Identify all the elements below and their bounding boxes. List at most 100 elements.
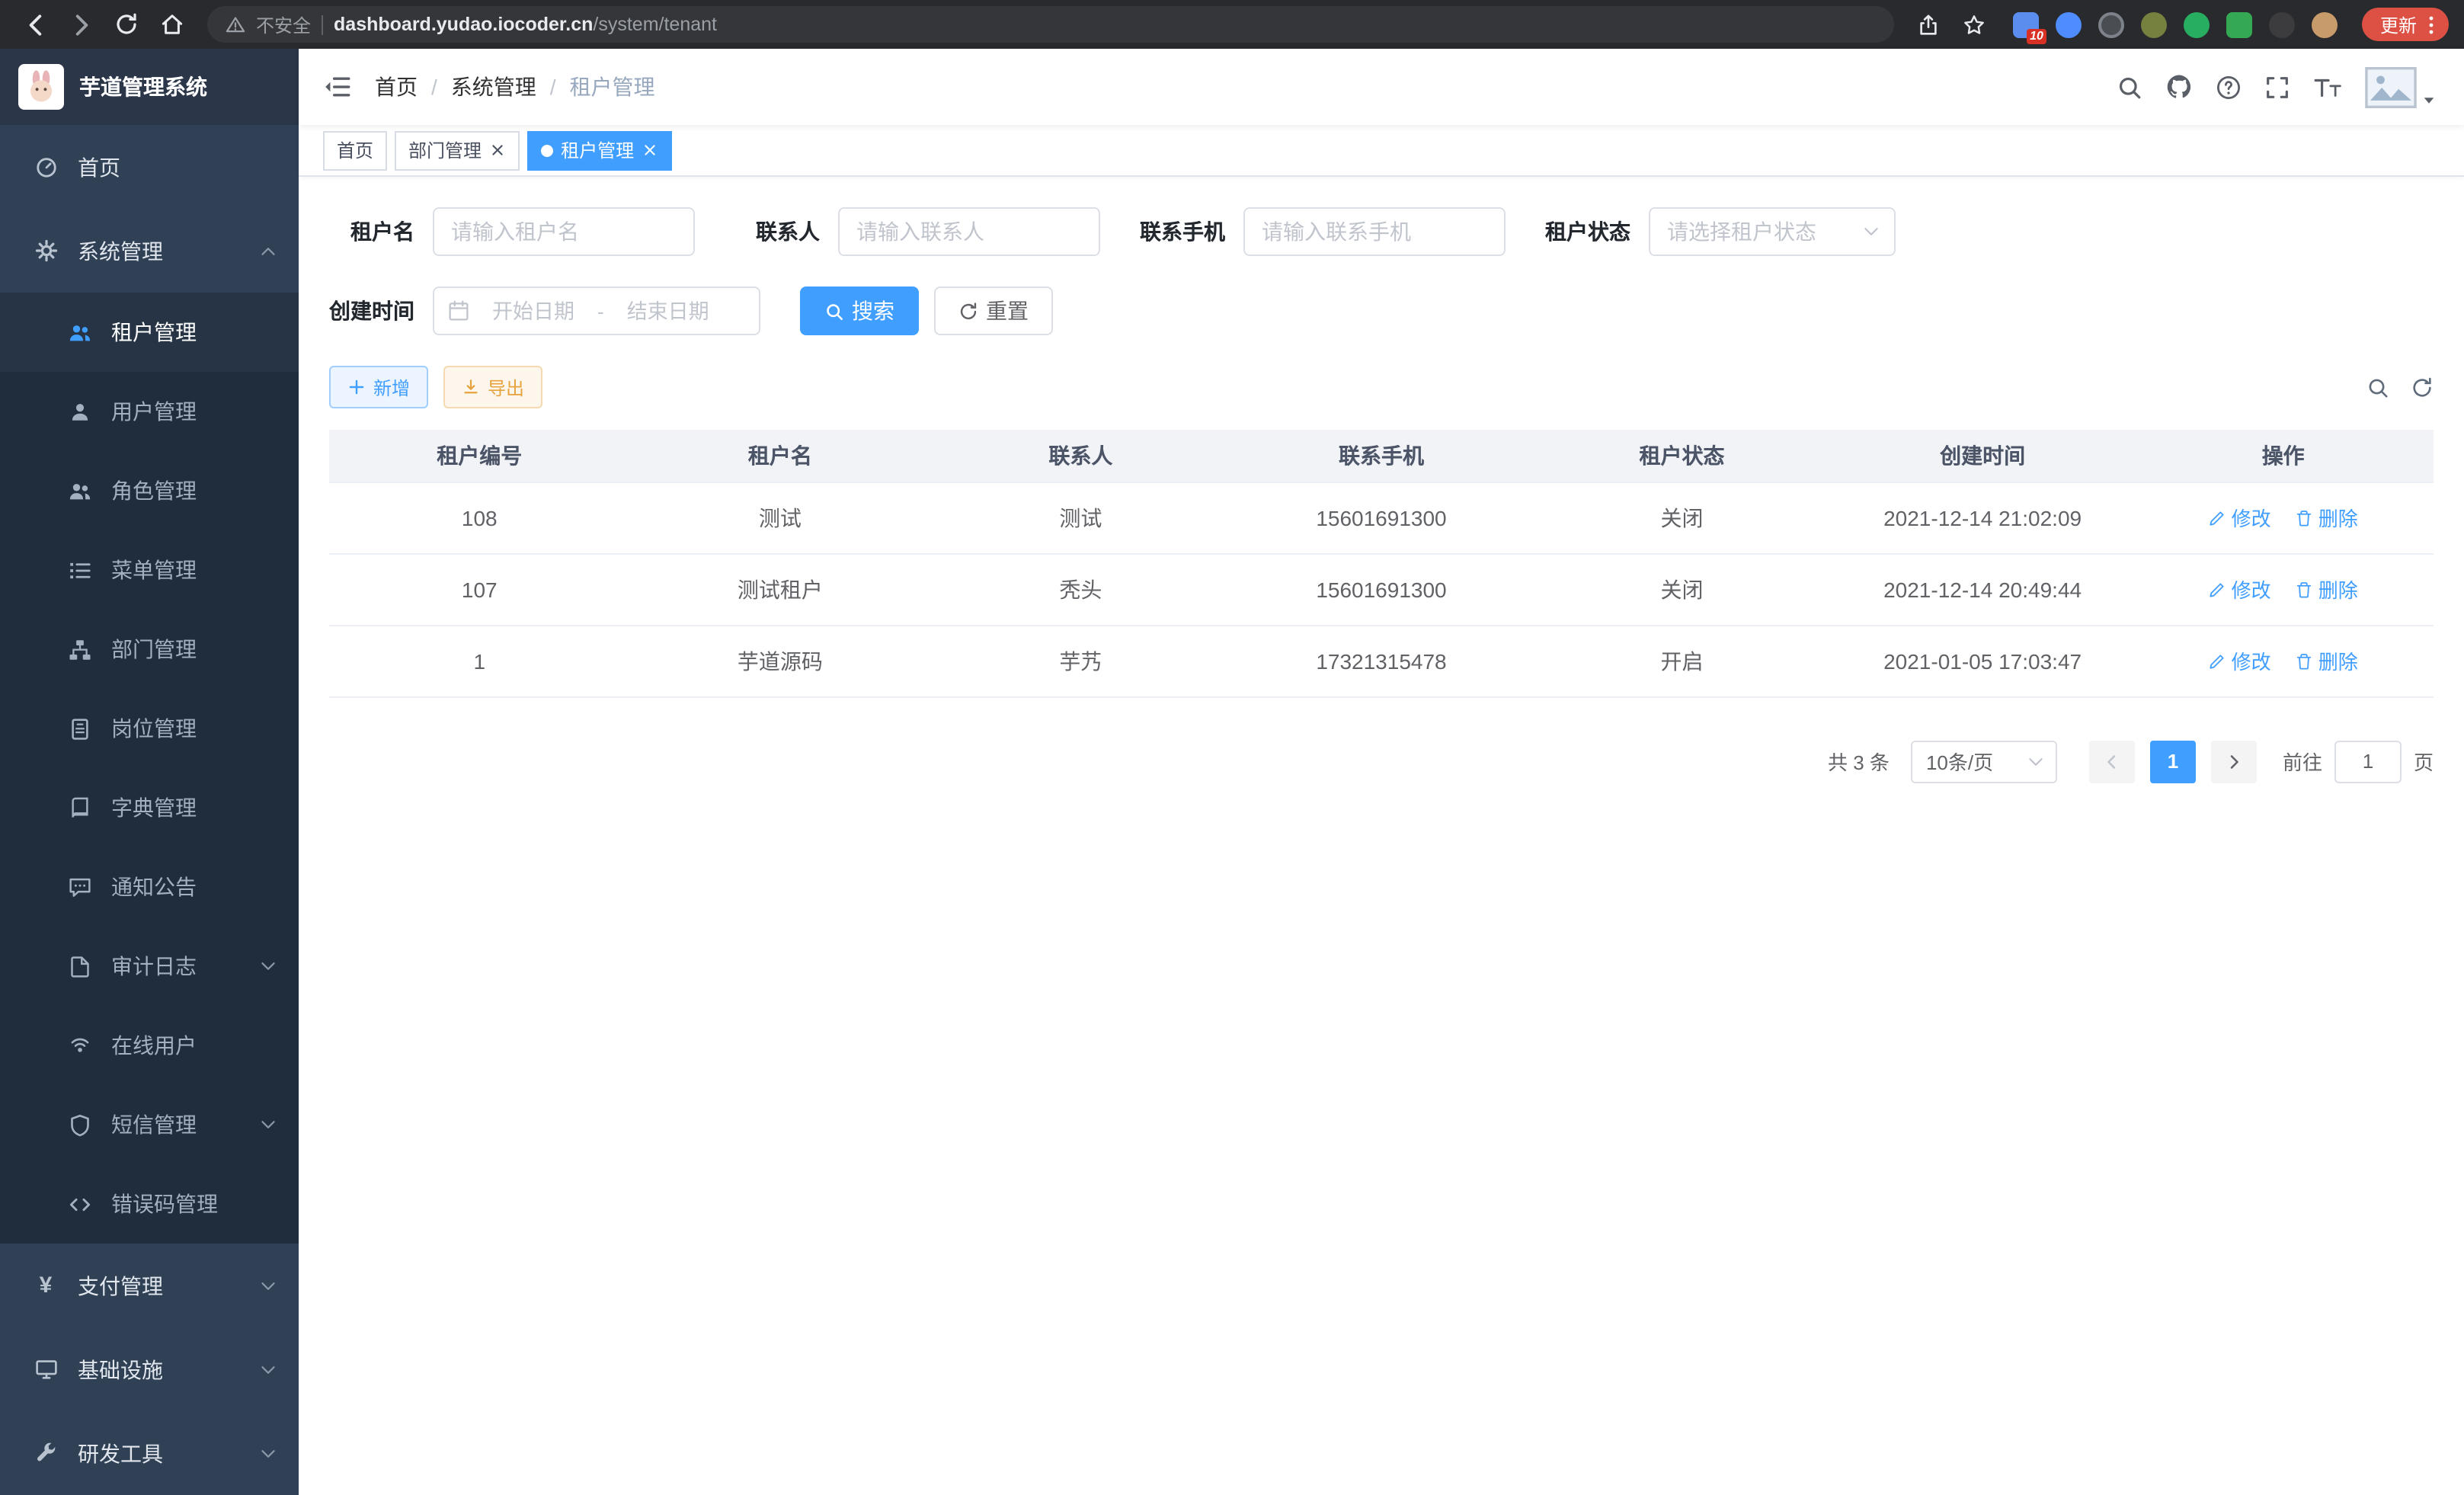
status-select[interactable]: 请选择租户状态 — [1649, 207, 1896, 256]
sidebar-item-infra[interactable]: 基础设施 — [0, 1327, 299, 1411]
app-title: 芋道管理系统 — [79, 72, 207, 102]
delete-link[interactable]: 删除 — [2296, 575, 2358, 603]
search-button[interactable]: 搜索 — [800, 287, 919, 335]
edit-link[interactable]: 修改 — [2209, 503, 2271, 532]
cell-tenant-id: 108 — [329, 482, 630, 553]
gear-icon — [34, 238, 58, 263]
search-icon — [824, 301, 844, 321]
extension-icon-5[interactable] — [2184, 11, 2210, 37]
sidebar-item-role[interactable]: 角色管理 — [0, 451, 299, 530]
cell-status: 关闭 — [1531, 482, 1832, 553]
sidebar-item-system[interactable]: 系统管理 — [0, 209, 299, 293]
contact-input[interactable] — [838, 207, 1100, 256]
sidebar-item-label: 研发工具 — [78, 1438, 163, 1468]
close-icon[interactable] — [642, 142, 658, 158]
extension-icon-2[interactable] — [2056, 11, 2082, 37]
sidebar-item-audit-log[interactable]: 审计日志 — [0, 927, 299, 1006]
edit-link[interactable]: 修改 — [2209, 646, 2271, 675]
edit-link[interactable]: 修改 — [2209, 575, 2271, 603]
github-icon[interactable] — [2165, 73, 2193, 101]
tab-home[interactable]: 首页 — [323, 130, 387, 170]
sidebar-item-online-user[interactable]: 在线用户 — [0, 1006, 299, 1085]
sidebar-item-notice[interactable]: 通知公告 — [0, 847, 299, 927]
font-size-icon[interactable] — [2313, 74, 2342, 100]
close-icon[interactable] — [489, 142, 506, 158]
start-date-input[interactable] — [478, 298, 588, 324]
extension-icon-7[interactable] — [2269, 11, 2295, 37]
cell-phone: 15601691300 — [1231, 553, 1532, 625]
end-date-input[interactable] — [613, 298, 723, 324]
sidebar-item-home[interactable]: 首页 — [0, 125, 299, 209]
sidebar-item-error-code[interactable]: 错误码管理 — [0, 1164, 299, 1244]
sidebar-item-dict[interactable]: 字典管理 — [0, 768, 299, 847]
table-search-icon[interactable] — [2366, 376, 2389, 399]
reload-icon[interactable] — [107, 5, 146, 44]
date-range-picker[interactable]: - — [433, 287, 760, 335]
sidebar-item-dev-tools[interactable]: 研发工具 — [0, 1411, 299, 1495]
browser-home-icon[interactable] — [152, 5, 192, 44]
extension-icon-8[interactable] — [2312, 11, 2338, 37]
help-icon[interactable] — [2216, 74, 2242, 100]
add-button-label: 新增 — [373, 374, 410, 400]
delete-link[interactable]: 删除 — [2296, 646, 2358, 675]
status-label: 租户状态 — [1545, 216, 1630, 247]
share-icon[interactable] — [1909, 5, 1949, 44]
sidebar-item-user[interactable]: 用户管理 — [0, 372, 299, 451]
fullscreen-icon[interactable] — [2264, 74, 2290, 100]
cell-contact: 秃头 — [930, 553, 1231, 625]
cell-contact: 芋艿 — [930, 625, 1231, 696]
back-icon[interactable] — [15, 5, 55, 44]
forward-icon[interactable] — [61, 5, 101, 44]
sidebar-item-sms[interactable]: 短信管理 — [0, 1085, 299, 1164]
extension-icon-3[interactable] — [2098, 11, 2124, 37]
delete-icon — [2296, 508, 2314, 527]
create-time-label: 创建时间 — [329, 296, 414, 326]
sidebar-item-post[interactable]: 岗位管理 — [0, 689, 299, 768]
page-number-current[interactable]: 1 — [2150, 740, 2196, 783]
goto-page-input[interactable] — [2334, 740, 2402, 783]
sidebar-item-label: 用户管理 — [111, 396, 197, 427]
sidebar-item-tenant[interactable]: 租户管理 — [0, 293, 299, 372]
tab-tenant[interactable]: 租户管理 — [527, 130, 672, 170]
url-path: /system/tenant — [593, 14, 717, 35]
cell-phone: 15601691300 — [1231, 482, 1532, 553]
col-tenant-name: 租户名 — [630, 430, 931, 482]
breadcrumb-system[interactable]: 系统管理 — [451, 72, 536, 102]
export-button[interactable]: 导出 — [443, 366, 542, 408]
range-separator: - — [597, 299, 604, 322]
table-refresh-icon[interactable] — [2411, 376, 2434, 399]
next-page-button[interactable] — [2211, 740, 2257, 783]
reset-button[interactable]: 重置 — [934, 287, 1053, 335]
tenant-name-input[interactable] — [433, 207, 695, 256]
sidebar-collapse-icon[interactable] — [323, 73, 350, 101]
cell-tenant-name: 测试 — [630, 482, 931, 553]
search-icon[interactable] — [2117, 74, 2142, 100]
sidebar-item-label: 角色管理 — [111, 475, 197, 506]
delete-label: 删除 — [2318, 575, 2358, 603]
chevron-down-icon — [2027, 752, 2045, 770]
cell-tenant-id: 107 — [329, 553, 630, 625]
extension-icon-1[interactable]: 10 — [2013, 11, 2039, 37]
user-menu[interactable] — [2365, 66, 2437, 107]
sidebar-item-menu[interactable]: 菜单管理 — [0, 530, 299, 610]
add-button[interactable]: 新增 — [329, 366, 428, 408]
sidebar-item-dept[interactable]: 部门管理 — [0, 610, 299, 689]
tab-dept[interactable]: 部门管理 — [395, 130, 520, 170]
browser-menu-icon[interactable] — [2420, 13, 2443, 36]
bookmark-star-icon[interactable] — [1955, 5, 1995, 44]
phone-input[interactable] — [1243, 207, 1506, 256]
sidebar-item-pay[interactable]: ¥ 支付管理 — [0, 1244, 299, 1327]
sidebar-logo[interactable]: 芋道管理系统 — [0, 49, 299, 125]
update-label: 更新 — [2380, 11, 2417, 37]
address-bar[interactable]: 不安全 dashboard.yudao.iocoder.cn/system/te… — [207, 6, 1894, 43]
delete-link[interactable]: 删除 — [2296, 503, 2358, 532]
update-button[interactable]: 更新 — [2362, 8, 2449, 41]
page-size-select[interactable]: 10条/页 — [1911, 740, 2057, 783]
tab-label: 首页 — [337, 137, 373, 163]
breadcrumb-home[interactable]: 首页 — [375, 72, 418, 102]
extension-icon-4[interactable] — [2141, 11, 2167, 37]
edit-label: 修改 — [2232, 646, 2271, 675]
extension-icon-6[interactable] — [2226, 11, 2252, 37]
prev-page-button[interactable] — [2089, 740, 2135, 783]
sidebar-item-label: 菜单管理 — [111, 555, 197, 585]
